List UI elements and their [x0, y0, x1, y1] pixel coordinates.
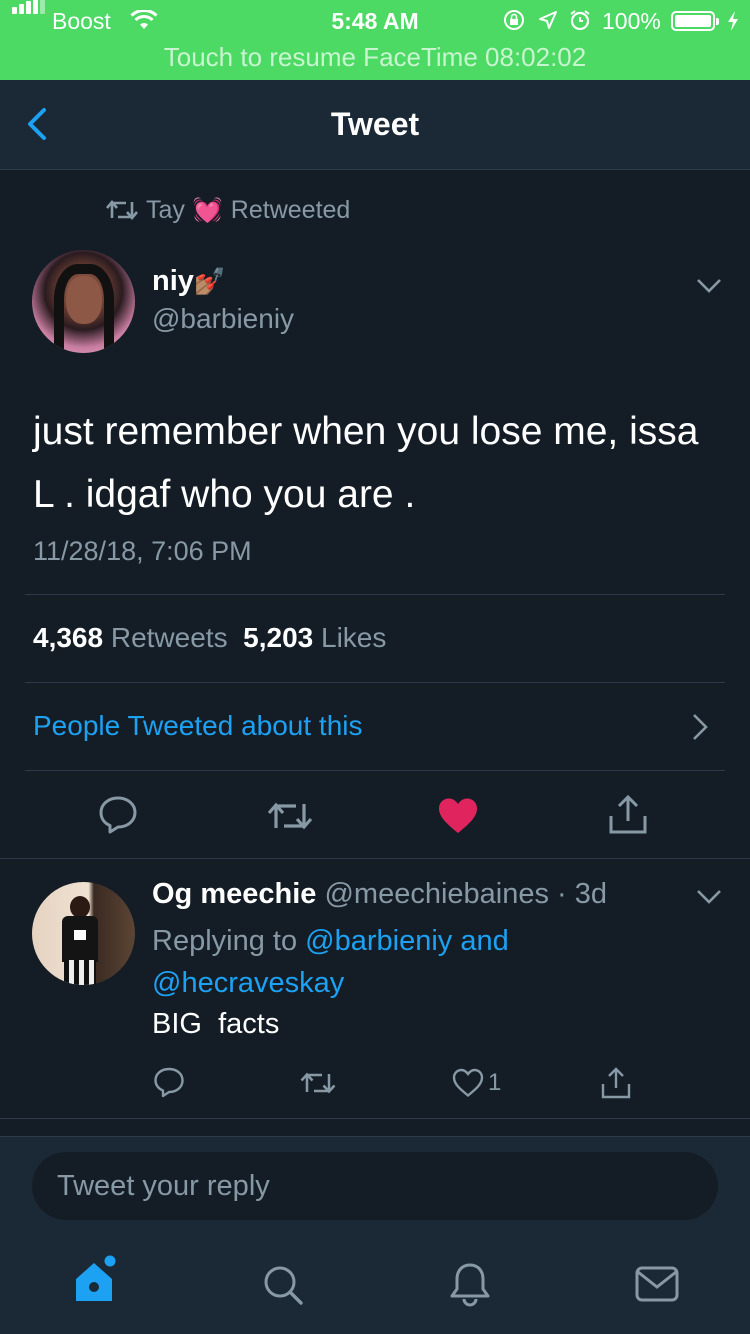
nav-bar: Tweet	[0, 80, 750, 170]
facetime-resume-banner[interactable]: Touch to resume FaceTime 08:02:02	[0, 42, 750, 73]
divider	[0, 1118, 750, 1119]
tweet-reply-input[interactable]	[32, 1152, 718, 1220]
charging-bolt-icon	[728, 11, 738, 31]
reply-header: Og meechie @meechiebaines · 3d	[152, 878, 607, 911]
likes-count[interactable]: 5,203	[243, 622, 313, 653]
reply-age: · 3d	[557, 878, 608, 910]
tweet-text: just remember when you lose me, issa L .…	[33, 410, 699, 516]
retweet-icon[interactable]	[300, 1070, 336, 1096]
orientation-lock-icon	[504, 10, 524, 30]
divider	[0, 858, 750, 859]
retweet-icon	[106, 199, 138, 221]
chevron-right-icon[interactable]	[690, 712, 710, 742]
chevron-down-icon[interactable]	[696, 889, 722, 905]
retweets-count[interactable]: 4,368	[33, 622, 103, 653]
nail-polish-emoji: 💅🏽	[193, 266, 227, 296]
reply-icon[interactable]	[153, 1067, 185, 1098]
divider	[25, 594, 725, 595]
retweets-label[interactable]: Retweets	[111, 622, 228, 653]
retweeted-by-line[interactable]: Tay 💓 Retweeted	[106, 194, 350, 226]
mention-link[interactable]: @hecraveskay	[152, 967, 344, 999]
tweet-stats: 4,368 Retweets 5,203 Likes	[33, 622, 386, 654]
reply-author-avatar[interactable]	[32, 882, 135, 985]
retweeted-label: Retweeted	[230, 195, 351, 224]
replying-to-line: Replying to @barbieniy and @hecraveskay	[152, 925, 509, 999]
share-icon[interactable]	[600, 1066, 632, 1100]
battery-percent: 100%	[602, 8, 661, 34]
reply-icon[interactable]	[97, 795, 139, 835]
share-icon[interactable]	[608, 794, 648, 836]
author-handle[interactable]: @barbieniy	[152, 303, 294, 335]
reply-author-name[interactable]: Og meechie	[152, 878, 316, 910]
tweet-timestamp: 11/28/18, 7:06 PM	[33, 536, 252, 566]
divider	[25, 770, 725, 771]
like-heart-outline-icon[interactable]	[452, 1068, 484, 1098]
reply-text: BIG facts	[152, 1008, 280, 1040]
chevron-down-icon[interactable]	[696, 278, 722, 294]
retweet-icon[interactable]	[267, 799, 313, 833]
location-icon	[539, 11, 557, 29]
heart-emoji: 💓	[192, 196, 223, 224]
messages-envelope-icon[interactable]	[634, 1265, 680, 1303]
mention-link[interactable]: @barbieniy	[305, 925, 452, 957]
like-heart-icon[interactable]	[437, 797, 479, 835]
likes-label[interactable]: Likes	[321, 622, 386, 653]
search-icon[interactable]	[261, 1263, 305, 1307]
status-bar: Boost 5:48 AM 100% Touch to resume FaceT…	[0, 0, 750, 80]
battery-icon	[671, 11, 719, 31]
alarm-icon	[570, 10, 590, 31]
retweeter-name[interactable]: Tay	[146, 196, 185, 225]
home-icon[interactable]	[72, 1255, 120, 1307]
people-tweeted-link[interactable]: People Tweeted about this	[33, 710, 363, 742]
divider	[25, 682, 725, 683]
reply-author-handle[interactable]: @meechiebaines	[324, 878, 549, 910]
reply-like-count: 1	[488, 1069, 502, 1096]
page-title: Tweet	[330, 106, 420, 142]
author-name[interactable]: niy💅🏽	[152, 265, 226, 298]
author-avatar[interactable]	[32, 250, 135, 353]
notifications-bell-icon[interactable]	[448, 1261, 492, 1307]
